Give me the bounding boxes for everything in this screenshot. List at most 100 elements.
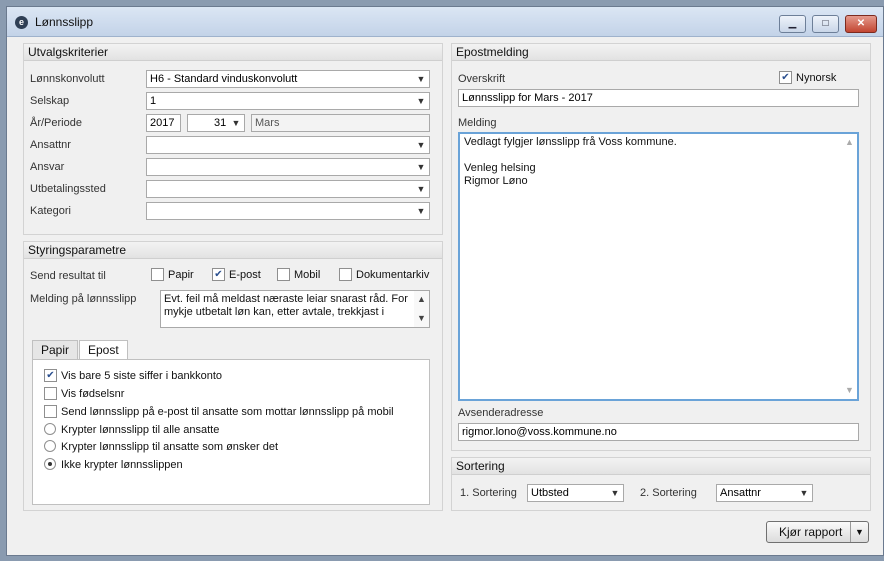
sortering2-label: 2. Sortering	[640, 487, 697, 499]
chevron-down-icon: ▼	[416, 184, 426, 194]
epost-tab-panel: ✔ Vis bare 5 siste siffer i bankkonto Vi…	[32, 359, 430, 505]
minimize-button[interactable]: ▁	[779, 15, 806, 33]
sortering1-select[interactable]: Utbsted ▼	[527, 484, 624, 502]
mobil-checkbox[interactable]	[277, 268, 290, 281]
ikke-krypter-label: Ikke krypter lønnsslippen	[61, 459, 183, 471]
chevron-down-icon[interactable]: ▼	[850, 522, 868, 542]
kategori-label: Kategori	[30, 205, 71, 217]
melding-line: Vedlagt fylgjer lønsslipp frå Voss kommu…	[464, 136, 677, 148]
title-bar[interactable]: e Lønnsslipp ▁ □ ✕	[7, 7, 883, 37]
selskap-select[interactable]: 1 ▼	[146, 92, 430, 110]
kategori-select[interactable]: ▼	[146, 202, 430, 220]
send-resultat-label: Send resultat til	[30, 270, 106, 282]
melding-label: Melding	[458, 117, 497, 129]
lonnskonvolutt-label: Lønnskonvolutt	[30, 73, 105, 85]
melding-lonnsslipp-label: Melding på lønnsslipp	[30, 293, 137, 305]
sortering2-select[interactable]: Ansattnr ▼	[716, 484, 813, 502]
sortering1-value: Utbsted	[531, 487, 569, 499]
ansattnr-label: Ansattnr	[30, 139, 71, 151]
send-mobil-checkbox[interactable]	[44, 405, 57, 418]
krypter-onsker-label: Krypter lønnsslipp til ansatte som ønske…	[61, 441, 279, 453]
chevron-down-icon: ▼	[610, 488, 620, 498]
papir-checkbox[interactable]	[151, 268, 164, 281]
period-value: 31	[214, 117, 227, 129]
melding-lonnsslipp-text: Evt. feil må meldast næraste leiar snara…	[164, 293, 408, 318]
chevron-down-icon: ▼	[416, 206, 426, 216]
nynorsk-label: Nynorsk	[796, 72, 837, 84]
chevron-down-icon: ▼	[416, 140, 426, 150]
avsenderadresse-input[interactable]: rigmor.lono@voss.kommune.no	[458, 423, 859, 441]
sortering-group: Sortering 1. Sortering Utbsted ▼ 2. Sort…	[451, 457, 871, 511]
epost-label: E-post	[229, 269, 261, 281]
ansvar-label: Ansvar	[30, 161, 65, 173]
chevron-up-icon: ▲	[417, 294, 426, 304]
epost-checkbox[interactable]: ✔	[212, 268, 225, 281]
ar-periode-label: År/Periode	[30, 117, 82, 129]
maximize-button[interactable]: □	[812, 15, 839, 33]
avsenderadresse-label: Avsenderadresse	[458, 407, 544, 419]
melding-textarea[interactable]: Vedlagt fylgjer lønsslipp frå Voss kommu…	[458, 132, 859, 401]
utvalgskriterier-heading: Utvalgskriterier	[24, 44, 442, 61]
vis-fodselsnr-label: Vis fødselsnr	[61, 388, 125, 400]
ansvar-select[interactable]: ▼	[146, 158, 430, 176]
kjor-rapport-button[interactable]: Kjør rapport ▼	[766, 521, 869, 543]
memo-scrollbar[interactable]: ▲ ▼	[414, 291, 429, 327]
close-icon: ✕	[856, 18, 866, 29]
krypter-onsker-radio[interactable]	[44, 440, 56, 452]
chevron-down-icon: ▼	[416, 162, 426, 172]
chevron-up-icon: ▲	[845, 137, 854, 147]
maximize-icon: □	[822, 18, 829, 29]
krypter-alle-radio[interactable]	[44, 423, 56, 435]
melding-scrollbar[interactable]: ▲ ▼	[842, 134, 857, 399]
ikke-krypter-radio[interactable]	[44, 458, 56, 470]
chevron-down-icon: ▼	[417, 313, 426, 323]
utbetalingssted-label: Utbetalingssted	[30, 183, 106, 195]
melding-lonnsslipp-textarea[interactable]: Evt. feil må meldast næraste leiar snara…	[160, 290, 430, 328]
chevron-down-icon: ▼	[845, 385, 854, 395]
send-mobil-label: Send lønnsslipp på e-post til ansatte so…	[61, 406, 394, 418]
close-button[interactable]: ✕	[845, 15, 877, 33]
vis-fodselsnr-checkbox[interactable]	[44, 387, 57, 400]
selskap-value: 1	[150, 95, 157, 107]
chevron-down-icon: ▼	[799, 488, 809, 498]
melding-line: Venleg helsing	[464, 162, 536, 174]
styringsparametre-group: Styringsparametre Send resultat til Papi…	[23, 241, 443, 511]
nynorsk-checkbox[interactable]: ✔	[779, 71, 792, 84]
month-field: Mars	[251, 114, 430, 132]
e-logo-icon: e	[15, 16, 28, 29]
mobil-label: Mobil	[294, 269, 321, 281]
krypter-alle-label: Krypter lønnsslipp til alle ansatte	[61, 424, 220, 436]
papir-label: Papir	[168, 269, 194, 281]
ansattnr-select[interactable]: ▼	[146, 136, 430, 154]
sortering1-label: 1. Sortering	[460, 487, 517, 499]
dokumentarkiv-label: Dokumentarkiv	[356, 269, 430, 281]
tab-epost[interactable]: Epost	[79, 340, 128, 360]
minimize-icon: ▁	[788, 18, 797, 29]
vis-5-siffer-label: Vis bare 5 siste siffer i bankkonto	[61, 370, 223, 382]
selskap-label: Selskap	[30, 95, 70, 107]
window-title: Lønnsslipp	[35, 15, 94, 29]
lonnskonvolutt-select[interactable]: H6 - Standard vinduskonvolutt ▼	[146, 70, 430, 88]
period-select[interactable]: 31 ▼	[187, 114, 245, 132]
melding-line	[464, 149, 853, 162]
kjor-rapport-label: Kjør rapport	[779, 525, 843, 539]
overskrift-input[interactable]: Lønnsslipp for Mars - 2017	[458, 89, 859, 107]
epostmelding-heading: Epostmelding	[452, 44, 870, 61]
chevron-down-icon: ▼	[231, 118, 241, 128]
utbetalingssted-select[interactable]: ▼	[146, 180, 430, 198]
lonnsslipp-window: e Lønnsslipp ▁ □ ✕ Utvalgskriterier Lønn…	[6, 6, 884, 556]
epostmelding-group: Epostmelding Overskrift ✔ Nynorsk Lønnss…	[451, 43, 871, 451]
tab-papir[interactable]: Papir	[32, 340, 79, 360]
styringsparametre-heading: Styringsparametre	[24, 242, 442, 259]
overskrift-label: Overskrift	[458, 73, 506, 85]
dokumentarkiv-checkbox[interactable]	[339, 268, 352, 281]
melding-line: Rigmor Løno	[464, 175, 528, 187]
chevron-down-icon: ▼	[416, 96, 426, 106]
vis-5-siffer-checkbox[interactable]: ✔	[44, 369, 57, 382]
chevron-down-icon: ▼	[416, 74, 426, 84]
lonnskonvolutt-value: H6 - Standard vinduskonvolutt	[150, 73, 298, 85]
sortering2-value: Ansattnr	[720, 487, 761, 499]
utvalgskriterier-group: Utvalgskriterier Lønnskonvolutt H6 - Sta…	[23, 43, 443, 235]
sortering-heading: Sortering	[452, 458, 870, 475]
year-field[interactable]: 2017	[146, 114, 181, 132]
